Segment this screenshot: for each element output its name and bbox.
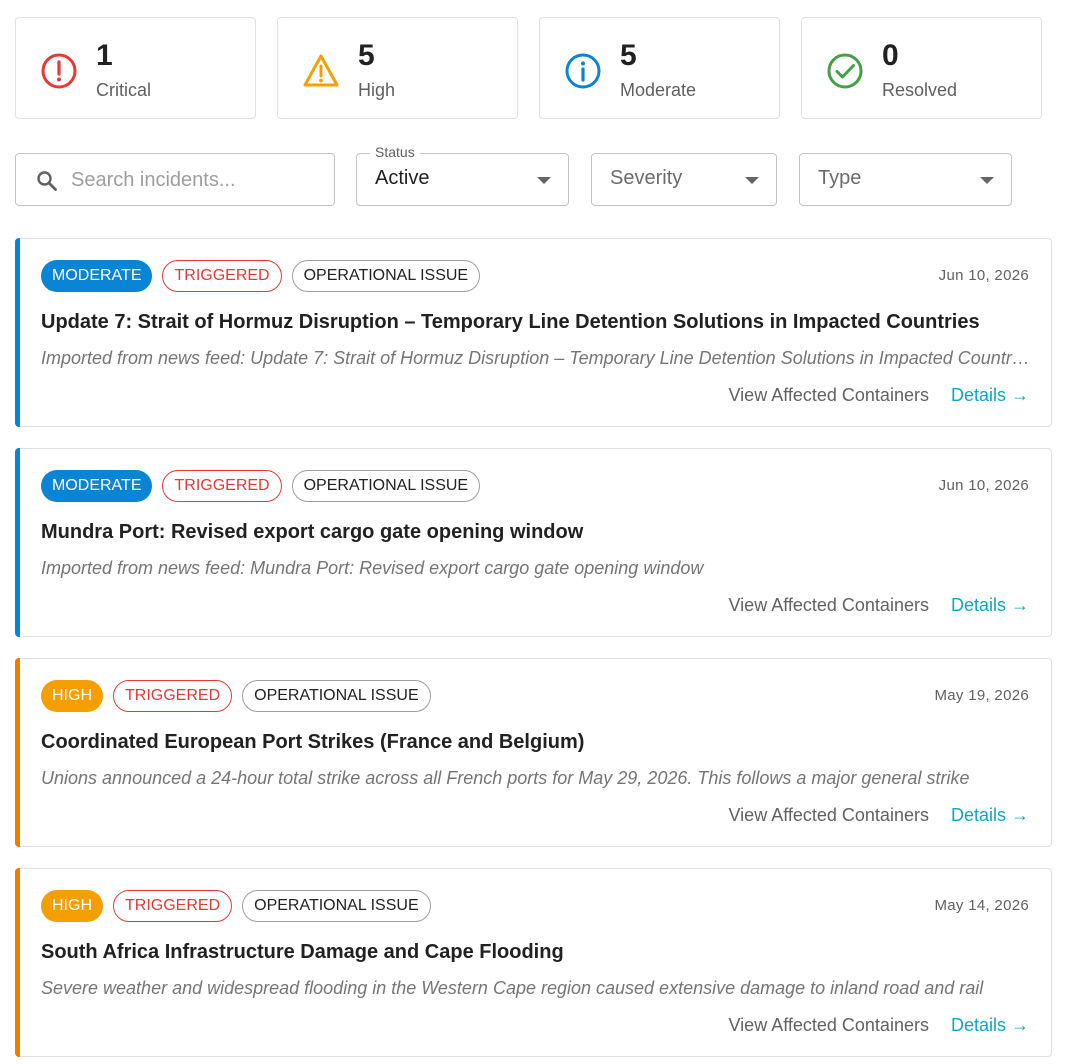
incident-badges: MODERATE TRIGGERED OPERATIONAL ISSUE bbox=[41, 470, 481, 502]
incident-card[interactable]: MODERATE TRIGGERED OPERATIONAL ISSUE Jun… bbox=[15, 238, 1052, 427]
type-chip: OPERATIONAL ISSUE bbox=[291, 260, 481, 292]
incident-actions: View Affected Containers Details → bbox=[729, 385, 1030, 406]
severity-accent-bar bbox=[15, 658, 20, 847]
warning-icon bbox=[303, 54, 339, 87]
details-link[interactable]: Details → bbox=[951, 1015, 1029, 1036]
type-select[interactable]: Type bbox=[799, 153, 1012, 206]
status-select-label: Status bbox=[370, 144, 420, 160]
stat-label: High bbox=[358, 80, 396, 100]
stat-count: 0 bbox=[882, 39, 899, 72]
type-chip: OPERATIONAL ISSUE bbox=[242, 680, 431, 712]
status-chip: TRIGGERED bbox=[113, 680, 233, 712]
caret-down-icon bbox=[745, 177, 759, 184]
type-chip: OPERATIONAL ISSUE bbox=[291, 470, 481, 502]
stat-card-moderate[interactable]: 5 Moderate bbox=[539, 17, 780, 119]
incident-date: Jun 10, 2026 bbox=[938, 477, 1029, 494]
incident-badges: HIGH TRIGGERED OPERATIONAL ISSUE bbox=[41, 680, 431, 712]
view-affected-containers-button[interactable]: View Affected Containers bbox=[729, 595, 929, 616]
severity-select-placeholder: Severity bbox=[610, 167, 683, 189]
details-link[interactable]: Details → bbox=[951, 595, 1029, 616]
severity-accent-bar bbox=[15, 868, 20, 1057]
search-box[interactable] bbox=[15, 153, 335, 206]
incident-date: Jun 10, 2026 bbox=[938, 267, 1029, 284]
status-chip: TRIGGERED bbox=[162, 260, 282, 292]
details-link[interactable]: Details → bbox=[951, 805, 1029, 826]
incident-title: Update 7: Strait of Hormuz Disruption – … bbox=[41, 311, 980, 333]
incident-actions: View Affected Containers Details → bbox=[729, 595, 1030, 616]
severity-chip: HIGH bbox=[41, 680, 103, 712]
incident-description: Severe weather and widespread flooding i… bbox=[41, 978, 984, 998]
error-icon bbox=[41, 53, 77, 89]
stat-label: Moderate bbox=[620, 80, 697, 100]
incident-title: South Africa Infrastructure Damage and C… bbox=[41, 941, 564, 963]
status-chip: TRIGGERED bbox=[162, 470, 282, 502]
details-link[interactable]: Details → bbox=[951, 385, 1029, 406]
caret-down-icon bbox=[537, 177, 551, 184]
caret-down-icon bbox=[980, 177, 994, 184]
status-chip: TRIGGERED bbox=[113, 890, 233, 922]
severity-accent-bar bbox=[15, 238, 20, 427]
incident-actions: View Affected Containers Details → bbox=[729, 805, 1030, 826]
search-input[interactable] bbox=[71, 166, 321, 194]
stat-count: 1 bbox=[96, 39, 113, 72]
view-affected-containers-button[interactable]: View Affected Containers bbox=[729, 805, 929, 826]
incident-badges: MODERATE TRIGGERED OPERATIONAL ISSUE bbox=[41, 260, 481, 292]
severity-chip: MODERATE bbox=[41, 260, 153, 292]
incident-description: Imported from news feed: Mundra Port: Re… bbox=[41, 558, 704, 578]
incident-date: May 14, 2026 bbox=[934, 897, 1029, 914]
incident-title: Coordinated European Port Strikes (Franc… bbox=[41, 731, 585, 753]
incident-description: Imported from news feed: Update 7: Strai… bbox=[41, 348, 1031, 368]
summary-stats: 1 Critical 5 High 5 Moderate 0 Resolved bbox=[15, 17, 1042, 119]
incident-description: Unions announced a 24-hour total strike … bbox=[41, 768, 970, 788]
incident-card[interactable]: HIGH TRIGGERED OPERATIONAL ISSUE May 19,… bbox=[15, 658, 1052, 847]
stat-count: 5 bbox=[620, 39, 637, 72]
search-icon bbox=[37, 171, 57, 191]
check-circle-icon bbox=[827, 53, 863, 89]
info-icon bbox=[565, 53, 601, 89]
incident-actions: View Affected Containers Details → bbox=[729, 1015, 1030, 1036]
incident-badges: HIGH TRIGGERED OPERATIONAL ISSUE bbox=[41, 890, 431, 922]
severity-select[interactable]: Severity bbox=[591, 153, 777, 206]
incident-card[interactable]: MODERATE TRIGGERED OPERATIONAL ISSUE Jun… bbox=[15, 448, 1052, 637]
view-affected-containers-button[interactable]: View Affected Containers bbox=[729, 385, 929, 406]
severity-accent-bar bbox=[15, 448, 20, 637]
type-select-placeholder: Type bbox=[818, 167, 862, 189]
stat-count: 5 bbox=[358, 39, 375, 72]
type-chip: OPERATIONAL ISSUE bbox=[242, 890, 431, 922]
stat-label: Critical bbox=[96, 80, 152, 100]
severity-chip: MODERATE bbox=[41, 470, 153, 502]
incident-title: Mundra Port: Revised export cargo gate o… bbox=[41, 521, 584, 543]
stat-card-critical[interactable]: 1 Critical bbox=[15, 17, 256, 119]
filter-bar: Status Active Severity Type bbox=[15, 144, 1015, 206]
status-select[interactable]: Status Active bbox=[356, 144, 569, 206]
severity-chip: HIGH bbox=[41, 890, 103, 922]
view-affected-containers-button[interactable]: View Affected Containers bbox=[729, 1015, 929, 1036]
stat-card-high[interactable]: 5 High bbox=[277, 17, 518, 119]
incident-card[interactable]: HIGH TRIGGERED OPERATIONAL ISSUE May 14,… bbox=[15, 868, 1052, 1057]
stat-card-resolved[interactable]: 0 Resolved bbox=[801, 17, 1042, 119]
status-select-value: Active bbox=[375, 167, 430, 189]
stat-label: Resolved bbox=[882, 80, 958, 100]
incident-date: May 19, 2026 bbox=[934, 687, 1029, 704]
